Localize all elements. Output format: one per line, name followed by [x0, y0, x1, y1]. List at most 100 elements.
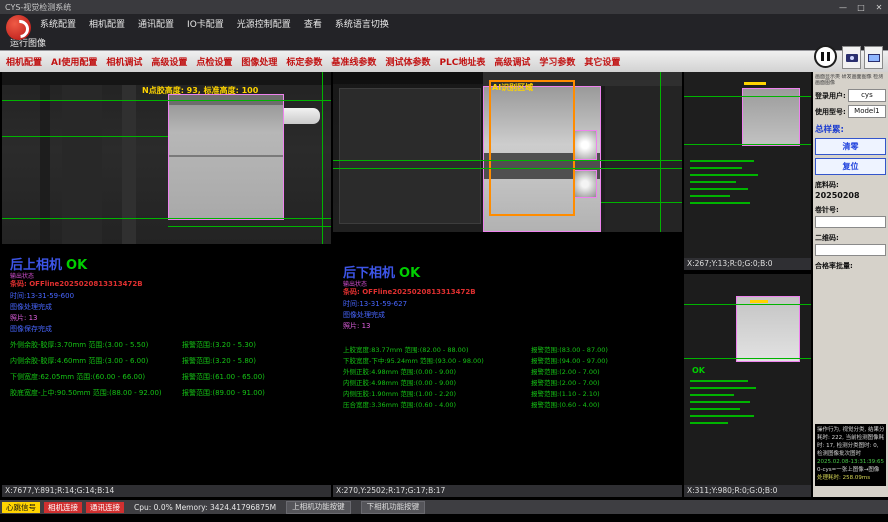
barcode-text: 条码: OFFline2025020813313472B	[10, 279, 143, 289]
pause-button[interactable]	[814, 45, 837, 68]
thumbnail-image-1[interactable]	[684, 72, 811, 258]
reset-button[interactable]: 复位	[815, 158, 886, 175]
measurement-row: 内侧正胶:4.98mm 范围:(0.00 - 9.00)报警范围:(2.00 -…	[343, 377, 679, 388]
login-user-value: cys	[848, 89, 886, 102]
measurement-list: 上胶宽度:83.77mm 范围:(82.00 - 88.00)报警范围:(83.…	[343, 344, 679, 410]
toolbar-ai-config[interactable]: AI使用配置	[51, 55, 97, 68]
toolbar-learning-params[interactable]: 学习参数	[539, 55, 575, 68]
thumbnail-camera-2[interactable]: OK X:311;Y:980;R:0;G:0;B:0	[684, 274, 811, 497]
model-value: Model1	[848, 105, 886, 118]
clear-button[interactable]: 清零	[815, 138, 886, 155]
measurement-row: 内侧余胶-胶厚:4.60mm 范围:(3.00 - 6.00)报警范围:(3.2…	[10, 356, 328, 372]
toolbar-other-settings[interactable]: 其它设置	[584, 55, 620, 68]
guide-line-v	[660, 72, 661, 232]
overlay-marker	[744, 82, 766, 85]
stat-line: 耗时: 222, 当前检测图像耗	[817, 434, 884, 442]
pause-icon	[821, 52, 824, 61]
menu-bar: 系统配置 相机配置 通讯配置 IO卡配置 光源控制配置 查看 系统语言切换	[0, 14, 888, 32]
toolbar-image-processing[interactable]: 图像处理	[241, 55, 277, 68]
menu-item-system-config[interactable]: 系统配置	[40, 17, 76, 30]
guide-line-h	[333, 160, 682, 161]
toolbar: 相机配置 AI使用配置 相机调试 高级设置 点检设置 图像处理 标定参数 基准线…	[0, 50, 888, 72]
comm-link-indicator: 通讯连接	[86, 502, 124, 513]
title-bar: CYS-视觉检测系统 — □ ✕	[0, 0, 888, 14]
pixel-info-bar: X:7677,Y:891;R:14;G:14;B:14	[2, 485, 331, 497]
result-ok-badge: OK	[399, 266, 420, 281]
toolbar-advanced-debug[interactable]: 高级调试	[494, 55, 530, 68]
total-count-label: 总样累:	[815, 123, 886, 135]
pixel-info-bar: X:270,Y:2502;R:17;G:17;B:17	[333, 485, 682, 497]
stat-line: 2025.02.08-13:31:39:65	[817, 458, 884, 466]
photo-count-text: 照片: 13	[343, 321, 371, 331]
main-area: N点胶高度: 93, 标准高度: 100 后上相机OK 输出状态 条码: OFF…	[0, 72, 888, 497]
measurement-row: 外侧正胶:4.98mm 范围:(0.00 - 9.00)报警范围:(2.00 -…	[343, 366, 679, 377]
stat-line: 时: 17, 检测分类图时: 0,	[817, 442, 884, 450]
toolbar-baseline-params[interactable]: 基准线参数	[331, 55, 376, 68]
stat-line: 处理耗时: 258.09ms	[817, 474, 884, 482]
barcode-text: 条码: OFFline2025020813313472B	[343, 287, 476, 297]
rate-label: 合格率批量:	[815, 261, 886, 271]
camera-link-indicator: 相机连接	[44, 502, 82, 513]
measurement-row: 下胶宽度-下中:95.24mm 范围:(93.00 - 98.00)报警范围:(…	[343, 355, 679, 366]
time-text: 时间:13-31-59-627	[343, 299, 407, 309]
bottom-camera-keys-button[interactable]: 下相机功能按键	[361, 501, 426, 514]
close-button[interactable]: ✕	[870, 0, 888, 14]
thumbnail-camera-1[interactable]: X:267;Y:13;R:0;G:0;B:0	[684, 72, 811, 270]
menu-item-camera-config[interactable]: 相机配置	[89, 17, 125, 30]
result-ok-badge: OK	[692, 366, 705, 375]
top-camera-keys-button[interactable]: 上相机功能按键	[286, 501, 351, 514]
guide-line-h	[2, 136, 168, 137]
product-region	[736, 296, 800, 362]
clamp-arm	[284, 108, 320, 124]
minimize-button[interactable]: —	[834, 0, 852, 14]
camera-image-middle[interactable]: AI识别区域	[333, 72, 682, 232]
time-text: 时间:13-31-59-600	[10, 291, 74, 301]
toolbar-test-body-params[interactable]: 测试体参数	[385, 55, 430, 68]
overlay-marker	[750, 300, 768, 303]
monitor-button[interactable]	[864, 46, 883, 69]
camera-capture-button[interactable]	[842, 46, 861, 69]
right-panel: 画面显示类 研发画面图像 检测画面图像 登录用户: cys 使用型号: Mode…	[813, 72, 888, 497]
material-code-value: 20250208	[815, 191, 886, 200]
height-overlay-text: N点胶高度: 93, 标准高度: 100	[142, 85, 258, 96]
toolbar-plc-address-table[interactable]: PLC地址表	[439, 55, 485, 68]
menu-item-view[interactable]: 查看	[304, 17, 322, 30]
toolbar-spot-check-settings[interactable]: 点检设置	[196, 55, 232, 68]
toolbar-calibration-params[interactable]: 标定参数	[286, 55, 322, 68]
app-logo	[6, 15, 31, 40]
save-done-text: 图像保存完成	[10, 324, 52, 334]
camera-icon	[846, 54, 858, 62]
thumbnail-image-2[interactable]: OK	[684, 274, 811, 485]
guide-line-h	[2, 218, 331, 219]
result-ok-badge: OK	[66, 258, 87, 273]
stats-panel: 操作行为, 视觉分类, 结果分类 耗时: 222, 当前检测图像耗 时: 17,…	[815, 424, 886, 486]
maximize-button[interactable]: □	[852, 0, 870, 14]
pixel-info-bar: X:311;Y:980;R:0;G:0;B:0	[684, 485, 811, 497]
stat-line: 操作行为, 视觉分类, 结果分类	[817, 426, 884, 434]
product-region	[168, 94, 284, 220]
camera-view-middle[interactable]: AI识别区域 后下相机OK 输出状态 条码: OFFline2025020813…	[333, 72, 682, 497]
camera-view-left[interactable]: N点胶高度: 93, 标准高度: 100 后上相机OK 输出状态 条码: OFF…	[2, 72, 331, 497]
ai-roi-label: AI识别区域	[492, 82, 533, 93]
needle-value	[815, 216, 886, 228]
toolbar-camera-debug[interactable]: 相机调试	[106, 55, 142, 68]
tab-row: 运行图像	[0, 32, 888, 50]
status-bar: 心跳信号 相机连接 通讯连接 Cpu: 0.0% Memory: 3424.41…	[0, 500, 888, 514]
window-title: CYS-视觉检测系统	[0, 2, 71, 13]
guide-line-v	[322, 72, 323, 244]
toolbar-camera-config[interactable]: 相机配置	[6, 55, 42, 68]
menu-item-io-config[interactable]: IO卡配置	[187, 17, 224, 30]
material-code-label: 底料码:	[815, 180, 886, 190]
menu-item-comm-config[interactable]: 通讯配置	[138, 17, 174, 30]
app-window: CYS-视觉检测系统 — □ ✕ 系统配置 相机配置 通讯配置 IO卡配置 光源…	[0, 0, 888, 522]
machine-block	[2, 72, 331, 85]
menu-item-light-config[interactable]: 光源控制配置	[237, 17, 291, 30]
measurement-row: 下侧宽度:62.05mm 范围:(60.00 - 66.00)报警范围:(61.…	[10, 372, 328, 388]
guide-line-h	[168, 226, 331, 227]
qrcode-value	[815, 244, 886, 256]
menu-item-language-switch[interactable]: 系统语言切换	[335, 17, 389, 30]
camera-image-left[interactable]: N点胶高度: 93, 标准高度: 100	[2, 72, 331, 244]
toolbar-advanced-settings[interactable]: 高级设置	[151, 55, 187, 68]
performance-text: Cpu: 0.0% Memory: 3424.41796875M	[134, 503, 276, 512]
process-done-text: 图像处理完成	[10, 302, 52, 312]
